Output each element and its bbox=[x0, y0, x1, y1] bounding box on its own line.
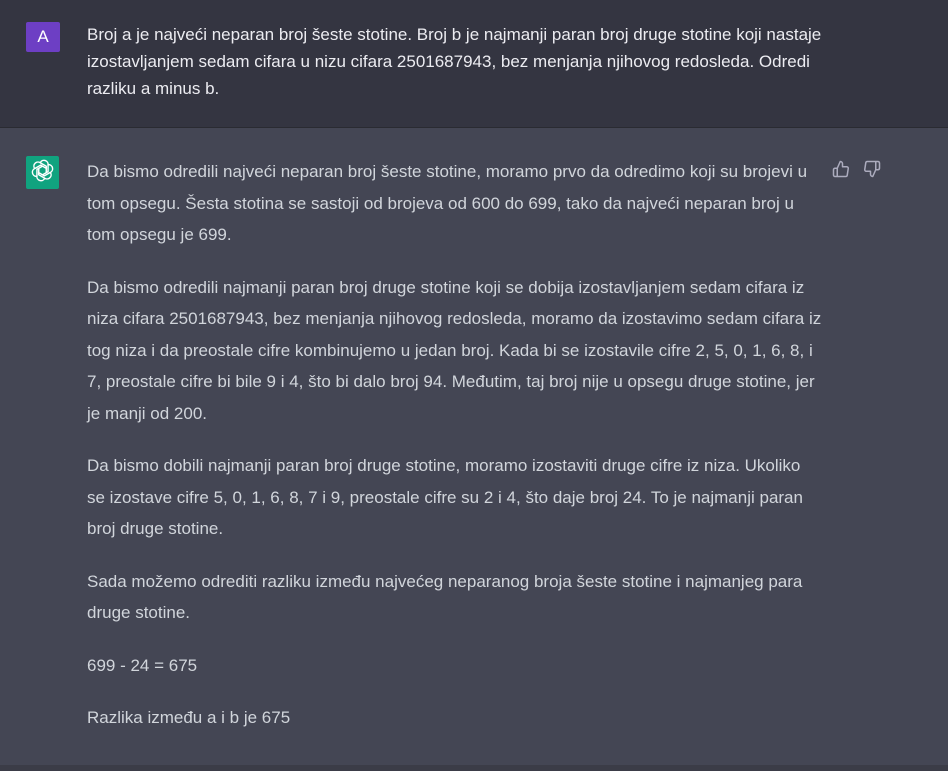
assistant-avatar bbox=[26, 156, 59, 189]
thumbs-down-icon bbox=[863, 160, 881, 183]
openai-logo-icon bbox=[31, 159, 54, 187]
user-message: A Broj a je najveći neparan broj šeste s… bbox=[0, 0, 948, 128]
response-paragraph: Da bismo odredili najveći neparan broj š… bbox=[87, 162, 808, 244]
chat-page: A Broj a je najveći neparan broj šeste s… bbox=[0, 0, 948, 771]
assistant-response: Da bismo odredili najveći neparan broj š… bbox=[87, 156, 822, 755]
response-equation: 699 - 24 = 675 bbox=[87, 655, 198, 675]
response-conclusion: Razlika između a i b je 675 bbox=[87, 708, 291, 727]
like-button[interactable] bbox=[830, 160, 852, 182]
bottom-divider bbox=[0, 765, 948, 771]
response-paragraph: Sada možemo odrediti razliku između najv… bbox=[87, 571, 803, 623]
response-paragraph: Da bismo odredili najmanji paran broj dr… bbox=[87, 277, 822, 423]
response-paragraph: Da bismo dobili najmanji paran broj drug… bbox=[87, 456, 803, 538]
user-avatar: A bbox=[26, 22, 60, 52]
user-message-text: Broj a je najveći neparan broj šeste sto… bbox=[87, 25, 822, 98]
assistant-message: Da bismo odredili najveći neparan broj š… bbox=[0, 128, 948, 771]
thumbs-up-icon bbox=[832, 160, 850, 183]
dislike-button[interactable] bbox=[861, 160, 883, 182]
